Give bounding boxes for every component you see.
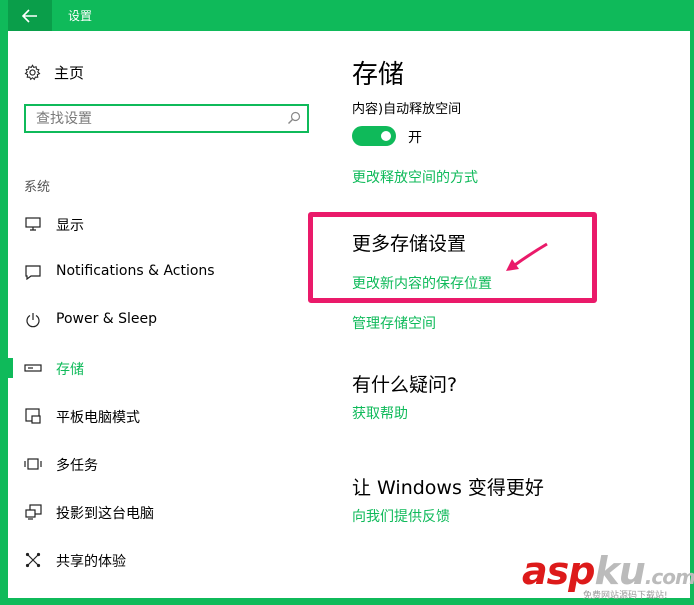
storage-icon bbox=[24, 360, 42, 376]
give-feedback-link[interactable]: 向我们提供反馈 bbox=[352, 506, 450, 526]
sidebar-item-notifications[interactable]: Notifications & Actions bbox=[8, 250, 308, 294]
notification-icon bbox=[24, 264, 42, 280]
project-icon bbox=[24, 504, 42, 520]
storage-sense-description: 内容)自动释放空间 bbox=[352, 102, 462, 117]
title-bar: 设置 bbox=[0, 0, 694, 31]
shared-experience-icon bbox=[24, 552, 42, 568]
window-frame-right bbox=[690, 31, 694, 605]
sidebar-item-label: 多任务 bbox=[56, 458, 98, 474]
sidebar-item-display[interactable]: 显示 bbox=[8, 202, 308, 246]
watermark-subtitle: 免费网站源码下载站! bbox=[583, 591, 668, 601]
get-help-link[interactable]: 获取帮助 bbox=[352, 403, 408, 423]
active-indicator bbox=[8, 358, 13, 378]
search-box[interactable] bbox=[24, 104, 309, 133]
sidebar-item-storage[interactable]: 存储 bbox=[8, 346, 308, 390]
sidebar-item-label: 共享的体验 bbox=[56, 554, 126, 570]
sidebar-item-label: 平板电脑模式 bbox=[56, 410, 140, 426]
sidebar-item-project-to-pc[interactable]: 投影到这台电脑 bbox=[8, 490, 308, 534]
back-arrow-icon bbox=[22, 8, 37, 23]
multitasking-icon bbox=[24, 456, 42, 472]
window-title: 设置 bbox=[68, 9, 93, 23]
pointer-arrow-icon bbox=[506, 242, 548, 271]
sidebar-item-multitasking[interactable]: 多任务 bbox=[8, 442, 308, 486]
sidebar-item-tablet-mode[interactable]: 平板电脑模式 bbox=[8, 394, 308, 438]
questions-heading: 有什么疑问? bbox=[352, 374, 458, 396]
manage-storage-spaces-link[interactable]: 管理存储空间 bbox=[352, 313, 436, 333]
gear-icon bbox=[24, 64, 41, 81]
power-icon bbox=[24, 312, 42, 328]
sidebar-item-label: 投影到这台电脑 bbox=[56, 506, 154, 522]
page-title: 存储 bbox=[352, 60, 405, 90]
sidebar-item-label: 显示 bbox=[56, 218, 84, 234]
monitor-icon bbox=[24, 216, 42, 232]
sidebar-item-shared-experiences[interactable]: 共享的体验 bbox=[8, 538, 308, 582]
feedback-heading: 让 Windows 变得更好 bbox=[352, 477, 544, 499]
highlight-box bbox=[308, 212, 597, 303]
sidebar-item-power-sleep[interactable]: Power & Sleep bbox=[8, 298, 308, 342]
change-free-space-link[interactable]: 更改释放空间的方式 bbox=[352, 167, 478, 187]
sidebar-item-label: 存储 bbox=[56, 362, 84, 378]
home-link[interactable]: 主页 bbox=[24, 62, 84, 83]
toggle-state-label: 开 bbox=[408, 130, 422, 146]
section-label-system: 系统 bbox=[24, 180, 51, 195]
search-icon[interactable] bbox=[287, 111, 301, 125]
tablet-mode-icon bbox=[24, 408, 42, 424]
sidebar-item-label: Notifications & Actions bbox=[56, 263, 215, 279]
watermark-logo: aspku.com bbox=[522, 549, 694, 593]
home-label: 主页 bbox=[54, 64, 85, 82]
toggle-knob bbox=[381, 131, 391, 141]
back-button[interactable] bbox=[8, 0, 52, 31]
sidebar-item-label: Power & Sleep bbox=[56, 311, 158, 327]
storage-sense-toggle[interactable] bbox=[352, 126, 396, 146]
window-frame-left bbox=[0, 31, 8, 605]
search-input[interactable] bbox=[36, 110, 276, 128]
